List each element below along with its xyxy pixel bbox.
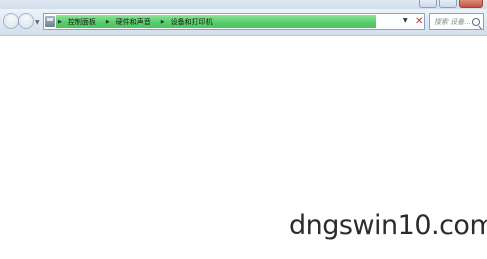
navigation-bar: ▼ ▶ 控制面板 ▶ 硬件和声音 ▶ 设备和打印机 ▼ ✕ 搜索 设备... (0, 9, 487, 36)
window-controls (419, 0, 483, 8)
breadcrumb-item-hardware-sound[interactable]: 硬件和声音 (116, 17, 151, 27)
chevron-down-icon[interactable]: ▼ (403, 17, 408, 24)
breadcrumb: ▶ 控制面板 ▶ 硬件和声音 ▶ 设备和打印机 (58, 15, 223, 28)
minimize-button[interactable] (419, 0, 437, 8)
breadcrumb-item-control-panel[interactable]: 控制面板 (68, 17, 96, 27)
search-icon[interactable] (472, 18, 480, 26)
breadcrumb-separator-icon[interactable]: ▶ (161, 19, 165, 25)
window-close-button[interactable] (459, 0, 483, 8)
address-bar[interactable]: ▶ 控制面板 ▶ 硬件和声音 ▶ 设备和打印机 ▼ ✕ (43, 13, 425, 30)
breadcrumb-item-devices-printers[interactable]: 设备和打印机 (171, 17, 213, 27)
watermark: dngswin10.com (289, 210, 487, 241)
forward-button[interactable] (18, 13, 34, 29)
stop-loading-icon[interactable]: ✕ (415, 15, 423, 28)
recent-pages-chevron-icon[interactable]: ▼ (35, 19, 40, 26)
window-title-bar (0, 0, 487, 9)
search-placeholder: 搜索 设备... (434, 18, 471, 26)
search-input[interactable]: 搜索 设备... (429, 13, 484, 30)
control-panel-icon (45, 16, 55, 27)
maximize-button[interactable] (439, 0, 457, 8)
breadcrumb-separator-icon[interactable]: ▶ (58, 19, 62, 25)
back-button[interactable] (3, 13, 19, 29)
breadcrumb-separator-icon[interactable]: ▶ (106, 19, 110, 25)
